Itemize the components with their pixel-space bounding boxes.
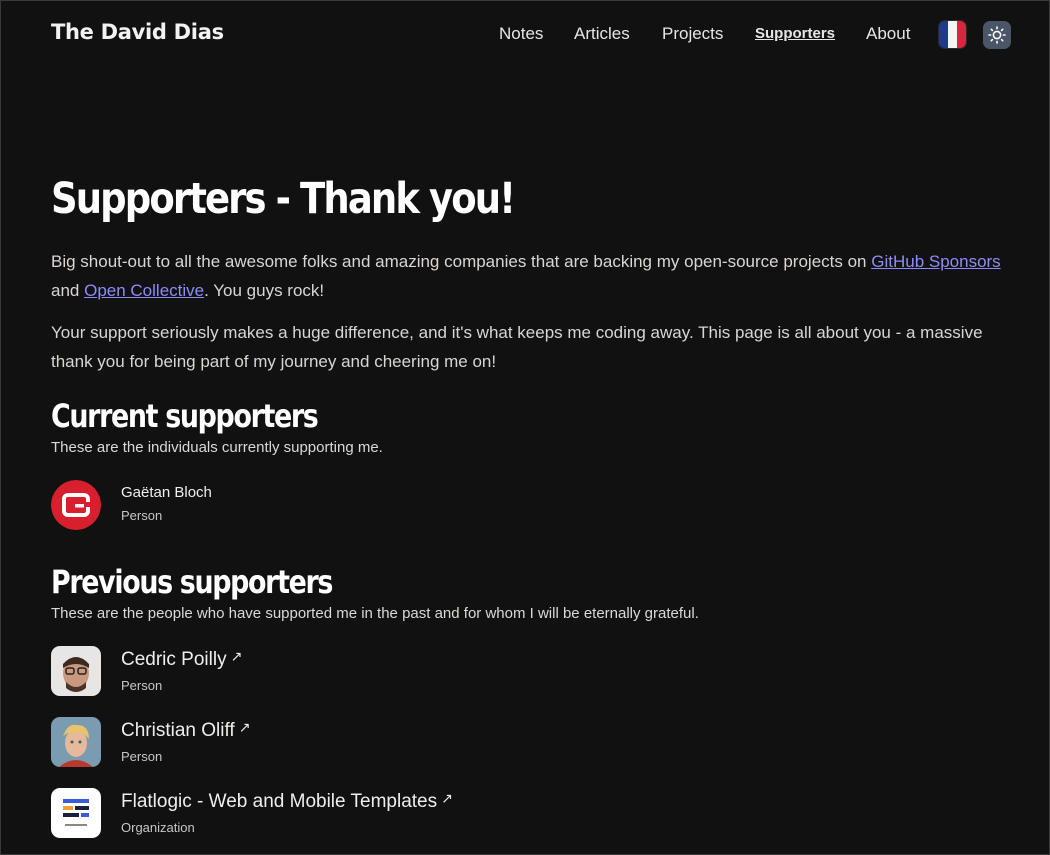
nav-notes[interactable]: Notes xyxy=(499,24,543,44)
supporter-name: Gaëtan Bloch xyxy=(121,484,212,501)
supporter-item[interactable]: Cedric Poilly ↗ Person xyxy=(51,646,751,696)
supporter-item[interactable]: Flatlogic - Web and Mobile Templates ↗ O… xyxy=(51,788,751,838)
previous-supporters-title: Previous supporters xyxy=(51,563,333,601)
intro-text-1: Big shout-out to all the awesome folks a… xyxy=(51,252,872,271)
external-link-icon: ↗ xyxy=(230,647,243,664)
open-collective-link[interactable]: Open Collective xyxy=(84,281,204,300)
supporter-item: Gaëtan Bloch Person xyxy=(51,480,751,530)
supporter-type: Person xyxy=(121,749,163,764)
theme-toggle-button[interactable] xyxy=(983,21,1011,49)
intro-text-3: . You guys rock! xyxy=(204,281,325,300)
current-supporters-title: Current supporters xyxy=(51,397,319,435)
current-supporters-subtitle: These are the individuals currently supp… xyxy=(51,439,383,456)
avatar xyxy=(51,646,101,696)
previous-supporters-subtitle: These are the people who have supported … xyxy=(51,605,699,622)
sun-icon xyxy=(988,26,1006,44)
supporter-item[interactable]: Christian Oliff ↗ Person xyxy=(51,717,751,767)
site-title[interactable]: The David Dias xyxy=(51,20,224,44)
github-sponsors-link[interactable]: GitHub Sponsors xyxy=(871,252,1000,271)
nav-articles[interactable]: Articles xyxy=(574,24,630,44)
supporter-name: Cedric Poilly ↗ xyxy=(121,647,243,671)
france-flag-icon[interactable] xyxy=(938,20,967,49)
avatar xyxy=(51,480,101,530)
page-title: Supporters - Thank you! xyxy=(51,174,516,224)
supporter-name: Flatlogic - Web and Mobile Templates ↗ xyxy=(121,789,453,813)
thanks-paragraph: Your support seriously makes a huge diff… xyxy=(51,323,983,371)
supporter-name-text: Cedric Poilly xyxy=(121,649,227,670)
supporter-type: Person xyxy=(121,508,163,523)
supporter-type: Person xyxy=(121,678,163,693)
external-link-icon: ↗ xyxy=(441,789,453,806)
intro-paragraph: Big shout-out to all the awesome folks a… xyxy=(51,247,1016,305)
intro-text-2: and xyxy=(51,281,85,300)
supporter-type: Organization xyxy=(121,820,195,835)
nav-supporters[interactable]: Supporters xyxy=(755,25,835,42)
supporter-name-text: Christian Oliff xyxy=(121,720,235,741)
supporter-name-text: Flatlogic - Web and Mobile Templates xyxy=(121,791,438,812)
avatar xyxy=(51,717,101,767)
nav-about[interactable]: About xyxy=(866,24,910,44)
supporter-name: Christian Oliff ↗ xyxy=(121,718,251,742)
flatlogic-logo xyxy=(51,788,101,838)
nav-projects[interactable]: Projects xyxy=(662,24,723,44)
site-header: The David Dias Notes Articles Projects S… xyxy=(1,1,1049,69)
external-link-icon: ↗ xyxy=(238,718,251,735)
